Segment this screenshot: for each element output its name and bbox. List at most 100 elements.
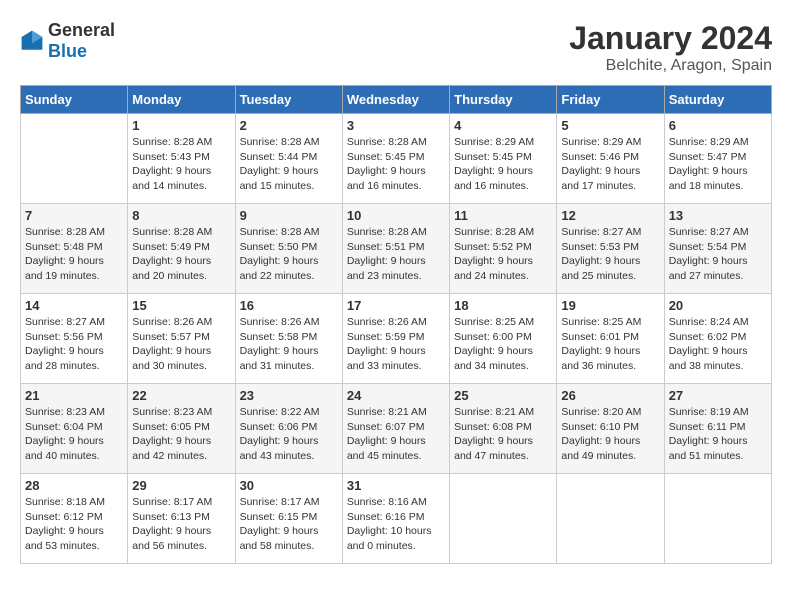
calendar-week-2: 7Sunrise: 8:28 AMSunset: 5:48 PMDaylight… xyxy=(21,204,772,294)
day-number: 24 xyxy=(347,388,445,403)
day-number: 3 xyxy=(347,118,445,133)
logo-blue: Blue xyxy=(48,41,87,61)
title-area: January 2024 Belchite, Aragon, Spain xyxy=(569,20,772,75)
day-number: 13 xyxy=(669,208,767,223)
day-info: Sunrise: 8:21 AMSunset: 6:07 PMDaylight:… xyxy=(347,405,445,464)
calendar-week-3: 14 Sunrise: 8:27 AMSunset: 5:56 PMDayligh… xyxy=(21,294,772,384)
calendar-cell: 12 Sunrise: 8:27 AMSunset: 5:53 PMDayligh… xyxy=(557,204,664,294)
day-info: Sunrise: 8:19 AMSunset: 6:11 PMDaylight:… xyxy=(669,405,767,464)
calendar-cell: 5 Sunrise: 8:29 AMSunset: 5:46 PMDaylight… xyxy=(557,114,664,204)
calendar-cell: 4Sunrise: 8:29 AMSunset: 5:45 PMDaylight… xyxy=(450,114,557,204)
calendar-cell: 7Sunrise: 8:28 AMSunset: 5:48 PMDaylight… xyxy=(21,204,128,294)
logo: General Blue xyxy=(20,20,115,62)
day-number: 22 xyxy=(132,388,230,403)
day-info: Sunrise: 8:17 AMSunset: 6:13 PMDaylight:… xyxy=(132,495,230,554)
day-info: Sunrise: 8:29 AMSunset: 5:45 PMDaylight:… xyxy=(454,135,552,194)
header-friday: Friday xyxy=(557,86,664,114)
day-info: Sunrise: 8:28 AMSunset: 5:45 PMDaylight:… xyxy=(347,135,445,194)
calendar-cell: 8 Sunrise: 8:28 AMSunset: 5:49 PMDaylight… xyxy=(128,204,235,294)
day-number: 31 xyxy=(347,478,445,493)
day-number: 19 xyxy=(561,298,659,313)
day-info: Sunrise: 8:28 AMSunset: 5:48 PMDaylight:… xyxy=(25,225,123,284)
calendar-cell: 20Sunrise: 8:24 AMSunset: 6:02 PMDayligh… xyxy=(664,294,771,384)
day-number: 25 xyxy=(454,388,552,403)
header: General Blue January 2024 Belchite, Arag… xyxy=(20,20,772,75)
day-number: 6 xyxy=(669,118,767,133)
day-info: Sunrise: 8:28 AMSunset: 5:49 PMDaylight:… xyxy=(132,225,230,284)
day-info: Sunrise: 8:23 AMSunset: 6:05 PMDaylight:… xyxy=(132,405,230,464)
header-tuesday: Tuesday xyxy=(235,86,342,114)
day-number: 14 xyxy=(25,298,123,313)
day-number: 2 xyxy=(240,118,338,133)
day-number: 30 xyxy=(240,478,338,493)
calendar-cell: 30 Sunrise: 8:17 AMSunset: 6:15 PMDayligh… xyxy=(235,474,342,564)
day-info: Sunrise: 8:22 AMSunset: 6:06 PMDaylight:… xyxy=(240,405,338,464)
day-info: Sunrise: 8:28 AMSunset: 5:44 PMDaylight:… xyxy=(240,135,338,194)
calendar-cell: 24 Sunrise: 8:21 AMSunset: 6:07 PMDayligh… xyxy=(342,384,449,474)
day-number: 8 xyxy=(132,208,230,223)
day-number: 16 xyxy=(240,298,338,313)
day-number: 11 xyxy=(454,208,552,223)
day-info: Sunrise: 8:16 AMSunset: 6:16 PMDaylight:… xyxy=(347,495,445,554)
day-number: 10 xyxy=(347,208,445,223)
calendar-cell xyxy=(21,114,128,204)
calendar-cell: 1 Sunrise: 8:28 AMSunset: 5:43 PMDaylight… xyxy=(128,114,235,204)
day-info: Sunrise: 8:20 AMSunset: 6:10 PMDaylight:… xyxy=(561,405,659,464)
header-thursday: Thursday xyxy=(450,86,557,114)
calendar-cell: 6Sunrise: 8:29 AMSunset: 5:47 PMDaylight… xyxy=(664,114,771,204)
header-sunday: Sunday xyxy=(21,86,128,114)
calendar-cell: 14 Sunrise: 8:27 AMSunset: 5:56 PMDayligh… xyxy=(21,294,128,384)
calendar-cell: 10 Sunrise: 8:28 AMSunset: 5:51 PMDayligh… xyxy=(342,204,449,294)
day-number: 23 xyxy=(240,388,338,403)
calendar-cell: 16 Sunrise: 8:26 AMSunset: 5:58 PMDayligh… xyxy=(235,294,342,384)
calendar-week-5: 28 Sunrise: 8:18 AMSunset: 6:12 PMDayligh… xyxy=(21,474,772,564)
day-info: Sunrise: 8:26 AMSunset: 5:58 PMDaylight:… xyxy=(240,315,338,374)
day-number: 27 xyxy=(669,388,767,403)
location-title: Belchite, Aragon, Spain xyxy=(569,57,772,75)
header-saturday: Saturday xyxy=(664,86,771,114)
calendar-cell: 11Sunrise: 8:28 AMSunset: 5:52 PMDayligh… xyxy=(450,204,557,294)
day-number: 18 xyxy=(454,298,552,313)
calendar-cell: 22 Sunrise: 8:23 AMSunset: 6:05 PMDayligh… xyxy=(128,384,235,474)
calendar-cell: 28 Sunrise: 8:18 AMSunset: 6:12 PMDayligh… xyxy=(21,474,128,564)
day-number: 1 xyxy=(132,118,230,133)
day-info: Sunrise: 8:17 AMSunset: 6:15 PMDaylight:… xyxy=(240,495,338,554)
calendar-cell: 19 Sunrise: 8:25 AMSunset: 6:01 PMDayligh… xyxy=(557,294,664,384)
day-info: Sunrise: 8:25 AMSunset: 6:01 PMDaylight:… xyxy=(561,315,659,374)
day-info: Sunrise: 8:18 AMSunset: 6:12 PMDaylight:… xyxy=(25,495,123,554)
day-number: 12 xyxy=(561,208,659,223)
calendar-cell: 18 Sunrise: 8:25 AMSunset: 6:00 PMDayligh… xyxy=(450,294,557,384)
day-number: 26 xyxy=(561,388,659,403)
calendar-cell: 26 Sunrise: 8:20 AMSunset: 6:10 PMDayligh… xyxy=(557,384,664,474)
day-info: Sunrise: 8:27 AMSunset: 5:56 PMDaylight:… xyxy=(25,315,123,374)
day-number: 29 xyxy=(132,478,230,493)
day-number: 17 xyxy=(347,298,445,313)
day-info: Sunrise: 8:27 AMSunset: 5:53 PMDaylight:… xyxy=(561,225,659,284)
calendar-cell xyxy=(557,474,664,564)
header-monday: Monday xyxy=(128,86,235,114)
day-info: Sunrise: 8:29 AMSunset: 5:46 PMDaylight:… xyxy=(561,135,659,194)
day-number: 5 xyxy=(561,118,659,133)
day-number: 28 xyxy=(25,478,123,493)
calendar-cell: 17 Sunrise: 8:26 AMSunset: 5:59 PMDayligh… xyxy=(342,294,449,384)
day-number: 21 xyxy=(25,388,123,403)
day-info: Sunrise: 8:23 AMSunset: 6:04 PMDaylight:… xyxy=(25,405,123,464)
calendar-cell xyxy=(664,474,771,564)
day-info: Sunrise: 8:26 AMSunset: 5:59 PMDaylight:… xyxy=(347,315,445,374)
day-number: 20 xyxy=(669,298,767,313)
calendar-cell: 23 Sunrise: 8:22 AMSunset: 6:06 PMDayligh… xyxy=(235,384,342,474)
day-info: Sunrise: 8:28 AMSunset: 5:43 PMDaylight:… xyxy=(132,135,230,194)
calendar-header-row: SundayMondayTuesdayWednesdayThursdayFrid… xyxy=(21,86,772,114)
day-info: Sunrise: 8:25 AMSunset: 6:00 PMDaylight:… xyxy=(454,315,552,374)
day-info: Sunrise: 8:28 AMSunset: 5:50 PMDaylight:… xyxy=(240,225,338,284)
calendar-cell xyxy=(450,474,557,564)
calendar-cell: 13Sunrise: 8:27 AMSunset: 5:54 PMDayligh… xyxy=(664,204,771,294)
calendar-table: SundayMondayTuesdayWednesdayThursdayFrid… xyxy=(20,85,772,564)
day-info: Sunrise: 8:28 AMSunset: 5:51 PMDaylight:… xyxy=(347,225,445,284)
logo-general: General xyxy=(48,20,115,40)
header-wednesday: Wednesday xyxy=(342,86,449,114)
calendar-cell: 27 Sunrise: 8:19 AMSunset: 6:11 PMDayligh… xyxy=(664,384,771,474)
calendar-cell: 9Sunrise: 8:28 AMSunset: 5:50 PMDaylight… xyxy=(235,204,342,294)
calendar-week-1: 1 Sunrise: 8:28 AMSunset: 5:43 PMDaylight… xyxy=(21,114,772,204)
calendar-cell: 15Sunrise: 8:26 AMSunset: 5:57 PMDayligh… xyxy=(128,294,235,384)
